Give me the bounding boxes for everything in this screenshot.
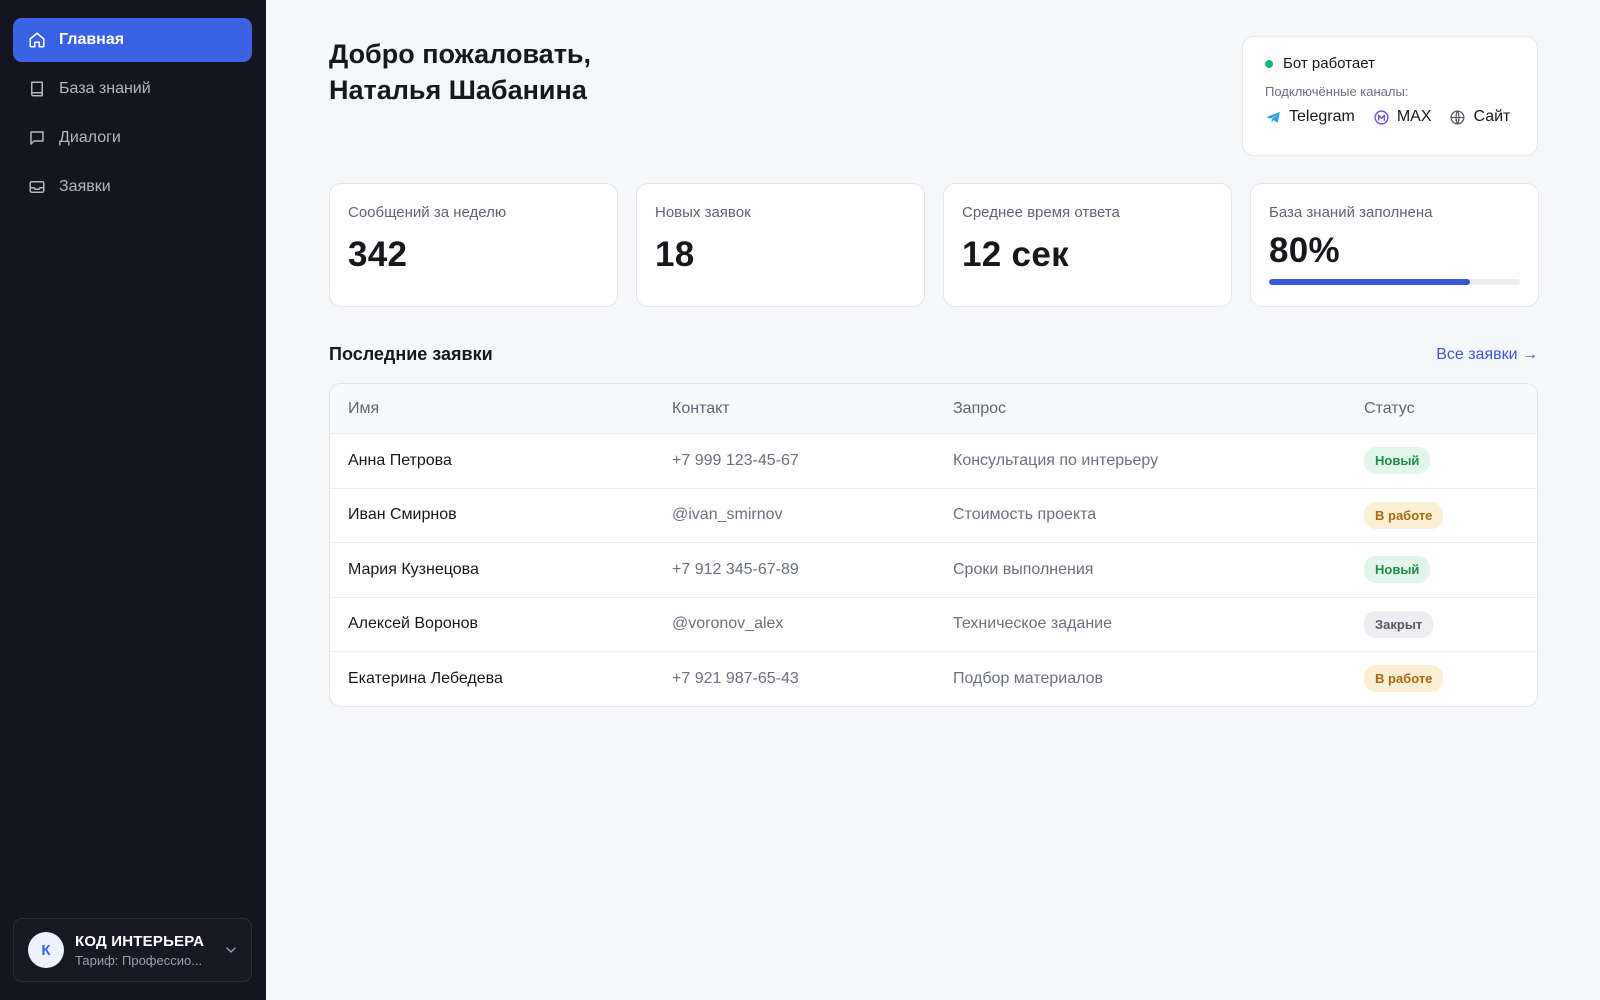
stat-label: Сообщений за неделю bbox=[348, 204, 507, 221]
home-icon bbox=[27, 30, 47, 50]
channels-list: Telegram MAX Сайт bbox=[1265, 108, 1515, 126]
request-text: Стоимость проекта bbox=[953, 506, 1097, 524]
requests-table: Имя Контакт Запрос Статус Анна Петрова +… bbox=[329, 383, 1538, 707]
table-row[interactable]: Екатерина Лебедева +7 921 987-65-43 Подб… bbox=[330, 651, 1537, 706]
globe-icon bbox=[1450, 109, 1465, 125]
channel-name: Telegram bbox=[1289, 108, 1355, 125]
column-header: Имя bbox=[348, 399, 380, 417]
stat-value: 18 bbox=[655, 235, 695, 274]
channel-name: MAX bbox=[1396, 108, 1432, 125]
column-header: Статус bbox=[1364, 399, 1415, 417]
request-status-cell: Новый bbox=[1346, 556, 1537, 584]
table-row[interactable]: Анна Петрова +7 999 123-45-67 Консультац… bbox=[330, 433, 1537, 488]
request-name: Мария Кузнецова bbox=[348, 560, 479, 578]
progress-fill bbox=[1269, 279, 1470, 285]
request-status-cell: Закрыт bbox=[1346, 610, 1537, 638]
request-name: Анна Петрова bbox=[348, 451, 452, 469]
account-name: КОД ИНТЕРЬЕРА bbox=[75, 932, 205, 950]
all-requests-link[interactable]: Все заявки → bbox=[1436, 346, 1538, 364]
sidebar-item-knowledge-base[interactable]: База знаний bbox=[13, 67, 252, 111]
request-status-cell: Новый bbox=[1346, 447, 1537, 475]
column-header: Контакт bbox=[672, 399, 730, 417]
page-title: Добро пожаловать, Наталья Шабанина bbox=[329, 36, 591, 108]
telegram-icon bbox=[1266, 111, 1280, 123]
request-status-cell: В работе bbox=[1346, 501, 1537, 529]
stat-value: 12 сек bbox=[962, 235, 1069, 274]
bot-status-text: Бот работает bbox=[1283, 55, 1375, 72]
main-content: Добро пожаловать, Наталья Шабанина Бот р… bbox=[266, 0, 1600, 1000]
stat-card-new-requests: Новых заявок 18 bbox=[636, 183, 925, 307]
status-badge: Закрыт bbox=[1364, 610, 1434, 638]
avatar: К bbox=[28, 932, 64, 968]
account-info: КОД ИНТЕРЬЕРА Тариф: Профессио... bbox=[75, 933, 217, 968]
table-header: Имя Контакт Запрос Статус bbox=[330, 384, 1537, 433]
sidebar: Главная База знаний Диалоги Заявки К КОД… bbox=[0, 0, 266, 1000]
book-icon bbox=[27, 79, 47, 99]
channel-telegram: Telegram bbox=[1265, 108, 1355, 126]
channel-max: MAX bbox=[1373, 108, 1432, 126]
welcome-line: Добро пожаловать, bbox=[329, 39, 592, 69]
stat-card-knowledge-base: База знаний заполнена 80% bbox=[1250, 183, 1539, 307]
status-badge: Новый bbox=[1364, 556, 1431, 584]
request-text: Консультация по интерьеру bbox=[953, 451, 1159, 469]
request-text: Техническое задание bbox=[953, 615, 1112, 633]
status-badge: Новый bbox=[1364, 447, 1431, 475]
bot-status: Бот работает bbox=[1265, 55, 1515, 72]
request-contact: +7 912 345-67-89 bbox=[672, 560, 799, 578]
stat-card-response-time: Среднее время ответа 12 сек bbox=[943, 183, 1232, 307]
knowledge-progress-bar bbox=[1269, 279, 1520, 285]
request-contact: @voronov_alex bbox=[672, 615, 784, 633]
stat-value: 342 bbox=[348, 235, 408, 274]
request-text: Сроки выполнения bbox=[953, 560, 1094, 578]
request-name: Екатерина Лебедева bbox=[348, 669, 503, 687]
table-row[interactable]: Мария Кузнецова +7 912 345-67-89 Сроки в… bbox=[330, 542, 1537, 597]
request-contact: +7 999 123-45-67 bbox=[672, 451, 799, 469]
request-contact: @ivan_smirnov bbox=[672, 506, 783, 524]
max-icon bbox=[1374, 109, 1389, 125]
sidebar-nav: Главная База знаний Диалоги Заявки bbox=[13, 18, 252, 214]
channels-label: Подключённые каналы: bbox=[1265, 84, 1409, 99]
status-badge: В работе bbox=[1364, 665, 1444, 693]
table-row[interactable]: Иван Смирнов @ivan_smirnov Стоимость про… bbox=[330, 487, 1537, 543]
stat-card-messages: Сообщений за неделю 342 bbox=[329, 183, 618, 307]
stat-label: База знаний заполнена bbox=[1269, 204, 1433, 221]
stat-label: Новых заявок bbox=[655, 204, 751, 221]
status-dot-icon bbox=[1265, 59, 1273, 68]
sidebar-item-label: Заявки bbox=[59, 178, 111, 195]
request-name: Алексей Воронов bbox=[348, 615, 478, 633]
account-switcher[interactable]: К КОД ИНТЕРЬЕРА Тариф: Профессио... bbox=[13, 918, 252, 982]
inbox-icon bbox=[27, 177, 47, 197]
chevron-down-icon bbox=[226, 947, 236, 953]
sidebar-item-label: База знаний bbox=[59, 80, 151, 97]
request-contact: +7 921 987-65-43 bbox=[672, 669, 799, 687]
section-title: Последние заявки bbox=[329, 344, 493, 364]
request-status-cell: В работе bbox=[1346, 665, 1537, 693]
sidebar-item-requests[interactable]: Заявки bbox=[13, 165, 252, 209]
stat-label: Среднее время ответа bbox=[962, 204, 1120, 221]
request-name: Иван Смирнов bbox=[348, 506, 457, 524]
sidebar-item-home[interactable]: Главная bbox=[13, 18, 252, 62]
channel-name: Сайт bbox=[1473, 108, 1511, 125]
user-name: Наталья Шабанина bbox=[329, 75, 587, 105]
request-text: Подбор материалов bbox=[953, 669, 1104, 687]
stat-value: 80% bbox=[1269, 231, 1340, 270]
stats-row: Сообщений за неделю 342 Новых заявок 18 … bbox=[329, 183, 1539, 307]
column-header: Запрос bbox=[953, 399, 1007, 417]
sidebar-item-label: Диалоги bbox=[59, 129, 121, 146]
bot-status-card: Бот работает Подключённые каналы: Telegr… bbox=[1242, 36, 1538, 156]
sidebar-item-label: Главная bbox=[59, 31, 125, 48]
chat-icon bbox=[27, 128, 47, 148]
account-plan: Тариф: Профессио... bbox=[75, 952, 203, 968]
table-row[interactable]: Алексей Воронов @voronov_alex Техническо… bbox=[330, 596, 1537, 652]
channel-site: Сайт bbox=[1449, 108, 1510, 126]
status-badge: В работе bbox=[1364, 501, 1444, 529]
sidebar-item-dialogs[interactable]: Диалоги bbox=[13, 116, 252, 160]
